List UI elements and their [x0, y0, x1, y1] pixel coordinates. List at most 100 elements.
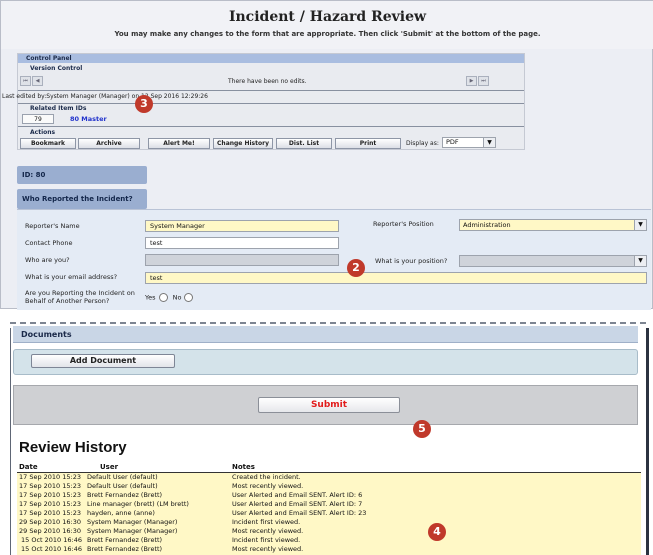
row-user: Default User (default)	[87, 482, 158, 490]
table-row: 15 Oct 2010 16:46 Brett Fernandez (Brett…	[17, 545, 641, 554]
marker-5: 5	[413, 420, 431, 438]
table-row: 17 Sep 2010 15:23 Default User (default)…	[17, 473, 641, 482]
reporter-form: Reporter's Name System Manager Reporter'…	[17, 209, 651, 310]
yes-radio[interactable]	[158, 293, 168, 302]
row-notes: Created the incident.	[232, 473, 301, 481]
row-notes: Most recently viewed.	[232, 482, 304, 490]
row-date: 15 Oct 2010 16:46	[21, 536, 82, 544]
row-date: 29 Sep 2010 16:30	[19, 527, 81, 535]
contact-phone-label: Contact Phone	[25, 239, 73, 247]
row-notes: User Alerted and Email SENT. Alert ID: 2…	[232, 509, 367, 517]
email-label: What is your email address?	[25, 273, 118, 281]
dist-list-button[interactable]: Dist. List	[276, 138, 332, 149]
marker-2: 2	[347, 259, 365, 277]
row-notes: User Alerted and Email SENT. Alert ID: 7	[232, 500, 363, 508]
archive-button[interactable]: Archive	[78, 138, 140, 149]
last-version-button[interactable]: ⏭	[478, 76, 489, 86]
yes-label: Yes	[145, 293, 156, 302]
row-notes: Incident first viewed.	[232, 518, 301, 526]
row-date: 29 Sep 2010 16:30	[19, 518, 81, 526]
documents-panel: Add Document	[13, 349, 638, 375]
row-user: Line manager (brett) (LM brett)	[87, 500, 189, 508]
review-history-title: Review History	[19, 439, 127, 456]
bookmark-button[interactable]: Bookmark	[20, 138, 76, 149]
row-user: Default User (default)	[87, 473, 158, 481]
alert-me-button[interactable]: Alert Me!	[148, 138, 210, 149]
related-id-79[interactable]: 79	[22, 114, 54, 124]
version-control-label: Version Control	[30, 65, 83, 72]
row-date: 17 Sep 2010 15:23	[19, 482, 81, 490]
previous-version-button[interactable]: ◀	[32, 76, 43, 86]
who-are-you-field[interactable]	[145, 254, 339, 266]
table-row: 17 Sep 2010 15:23 Line manager (brett) (…	[17, 500, 641, 509]
page-header: Incident / Hazard Review You may make an…	[1, 1, 653, 49]
divider	[18, 103, 524, 104]
divider	[18, 90, 524, 91]
row-user: hayden, anne (anne)	[87, 509, 155, 517]
behalf-question-label: Are you Reporting the Incident on Behalf…	[25, 289, 135, 305]
incident-id-band: ID: 80	[17, 166, 147, 184]
table-row: 17 Sep 2010 15:23 Brett Fernandez (Brett…	[17, 491, 641, 500]
section-heading-who-reported: Who Reported the Incident?	[17, 189, 147, 209]
what-position-label: What is your position?	[375, 257, 448, 265]
row-date: 15 Oct 2010 16:46	[21, 545, 82, 553]
add-document-button[interactable]: Add Document	[31, 354, 175, 368]
related-ids-label: Related Item IDs	[30, 105, 87, 112]
submit-panel: Submit	[13, 385, 638, 425]
row-user: System Manager (Manager)	[87, 518, 178, 526]
column-header-notes: Notes	[232, 463, 255, 471]
control-panel-header: Control Panel	[18, 54, 524, 63]
who-are-you-label: Who are you?	[25, 256, 70, 264]
reporter-name-label: Reporter's Name	[25, 222, 80, 230]
column-header-date: Date	[19, 463, 38, 471]
display-as-select[interactable]: PDF ▼	[442, 137, 496, 148]
row-user: Brett Fernandez (Brett)	[87, 545, 163, 553]
page-title: Incident / Hazard Review	[228, 9, 427, 25]
row-notes: User Alerted and Email SENT. Alert ID: 6	[232, 491, 363, 499]
row-date: 17 Sep 2010 15:23	[19, 491, 81, 499]
chevron-down-icon: ▼	[634, 256, 646, 266]
contact-phone-field[interactable]: test	[145, 237, 339, 249]
row-notes: Incident first viewed.	[232, 536, 301, 544]
row-user: Brett Fernandez (Brett)	[87, 491, 163, 499]
documents-header: Documents	[13, 326, 638, 343]
incident-form-frame: Incident / Hazard Review You may make an…	[0, 0, 653, 310]
edits-message: There have been no edits.	[228, 78, 307, 85]
reporter-position-value: Administration	[463, 221, 511, 229]
print-button[interactable]: Print	[335, 138, 401, 149]
column-header-user: User	[100, 463, 119, 471]
chevron-down-icon: ▼	[483, 138, 495, 147]
table-row: 15 Oct 2010 16:46 Brett Fernandez (Brett…	[17, 536, 641, 545]
reporter-name-field[interactable]: System Manager	[145, 220, 339, 232]
what-position-select[interactable]: ▼	[459, 255, 647, 267]
page-instructions: You may make any changes to the form tha…	[114, 30, 541, 38]
no-label: No	[172, 293, 182, 302]
table-row: 17 Sep 2010 15:23 Default User (default)…	[17, 482, 641, 491]
marker-4: 4	[428, 523, 446, 541]
row-notes: Most recently viewed.	[232, 527, 304, 535]
row-user: System Manager (Manager)	[87, 527, 178, 535]
display-as-value: PDF	[446, 138, 459, 146]
first-version-button[interactable]: ⏮	[20, 76, 31, 86]
table-row: 17 Sep 2010 15:23 hayden, anne (anne) Us…	[17, 509, 641, 518]
next-version-button[interactable]: ▶	[466, 76, 477, 86]
no-radio[interactable]	[184, 293, 194, 302]
divider	[18, 126, 524, 127]
reporter-position-label: Reporter's Position	[373, 220, 434, 228]
control-panel-title: Control Panel	[26, 55, 72, 62]
submit-button[interactable]: Submit	[258, 397, 400, 413]
reporter-position-select[interactable]: Administration ▼	[459, 219, 647, 231]
table-row: 29 Sep 2010 16:30 System Manager (Manage…	[17, 527, 641, 536]
related-id-80-master-link[interactable]: 80 Master	[70, 115, 107, 123]
chevron-down-icon: ▼	[634, 220, 646, 230]
row-date: 17 Sep 2010 15:23	[19, 509, 81, 517]
marker-3: 3	[135, 95, 153, 113]
behalf-radio-group: Yes No	[145, 293, 196, 302]
display-as-label: Display as:	[406, 140, 439, 147]
change-history-button[interactable]: Change History	[213, 138, 273, 149]
actions-label: Actions	[30, 129, 56, 136]
row-date: 17 Sep 2010 15:23	[19, 473, 81, 481]
table-row: 29 Sep 2010 16:30 System Manager (Manage…	[17, 518, 641, 527]
email-field[interactable]: test	[145, 272, 647, 284]
row-notes: Most recently viewed.	[232, 545, 304, 553]
